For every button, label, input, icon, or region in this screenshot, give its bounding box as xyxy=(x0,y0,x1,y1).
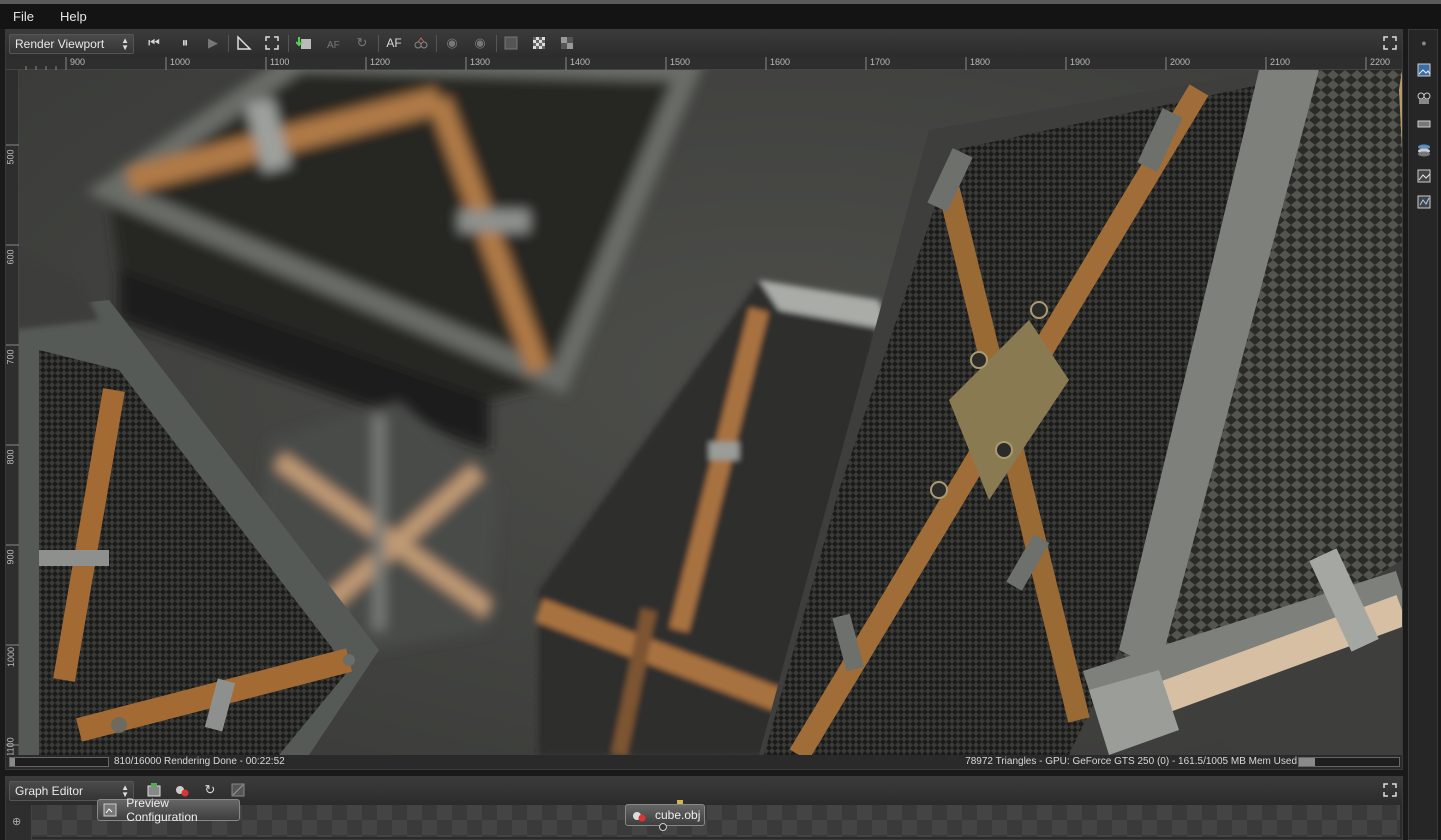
graph-panel-type-selector[interactable]: Graph Editor ▲ ▼ xyxy=(9,781,134,801)
maximize-icon[interactable] xyxy=(1380,780,1400,800)
graph-icon[interactable] xyxy=(1415,193,1433,211)
toolbar-separator xyxy=(436,35,437,52)
graph-panel-type-label: Graph Editor xyxy=(15,784,84,798)
memory-usage-fill xyxy=(1299,758,1315,766)
ruler-label: 1100 xyxy=(5,737,16,757)
ruler-label: 1100 xyxy=(270,57,290,67)
ruler-label: 1900 xyxy=(1070,57,1091,67)
graph-editor-panel: Graph Editor ▲ ▼ ↻ ⊕ Preview Configuratio… xyxy=(5,776,1403,840)
preview-node-icon xyxy=(101,801,118,819)
ruler-label: 800 xyxy=(5,449,16,465)
memory-usage-bar xyxy=(1298,757,1400,767)
background-grid-icon[interactable] xyxy=(557,33,577,53)
image-icon[interactable] xyxy=(1415,61,1433,79)
menu-help[interactable]: Help xyxy=(47,4,100,29)
zoom-fit-icon[interactable] xyxy=(262,33,282,53)
node-output-pin-icon[interactable] xyxy=(659,823,667,831)
ruler-label: 1300 xyxy=(470,57,491,67)
render-viewport-panel: Render Viewport ▲ ▼ ⏮ ⏸ ▶ AF ↻ AF ◉ ◉ 90… xyxy=(5,29,1403,770)
graph-side-tab[interactable]: ⊕ xyxy=(6,805,32,840)
toolbar-separator xyxy=(228,35,229,52)
refresh-icon[interactable]: ↻ xyxy=(352,33,372,53)
render-progress-fill xyxy=(10,758,15,766)
preview-configuration-node[interactable]: Preview Configuration xyxy=(97,796,240,824)
ruler-label: 1000 xyxy=(6,646,17,668)
autofocus-button[interactable]: AF xyxy=(384,33,404,53)
picture-icon[interactable] xyxy=(1415,167,1433,185)
restart-render-icon[interactable]: ⏮ xyxy=(144,33,164,53)
panel-type-label: Render Viewport xyxy=(15,37,105,51)
render-canvas[interactable] xyxy=(19,70,1402,755)
ruler-label: 500 xyxy=(5,149,16,165)
clear-region-icon[interactable]: ◉ xyxy=(470,33,490,53)
af-pick-icon[interactable]: AF xyxy=(324,33,344,53)
background-checker-icon[interactable] xyxy=(529,33,549,53)
panel-dot-icon[interactable]: ● xyxy=(1415,34,1433,52)
render-progress-bar xyxy=(9,757,109,767)
save-render-icon[interactable] xyxy=(294,33,314,53)
ruler-label: 1600 xyxy=(770,57,791,67)
object-tab-icon: ⊕ xyxy=(12,816,22,828)
stack-icon[interactable] xyxy=(1415,141,1433,159)
rendered-scene-image xyxy=(19,70,1402,755)
mesh-node-label: cube.obj xyxy=(655,808,701,822)
ruler-label: 2000 xyxy=(1170,57,1191,67)
ruler-label: 1800 xyxy=(970,57,991,67)
play-render-icon[interactable]: ▶ xyxy=(203,33,223,53)
panel-type-selector[interactable]: Render Viewport ▲ ▼ xyxy=(9,34,134,54)
ruler-label: 1400 xyxy=(570,57,591,67)
camera-pick-icon[interactable] xyxy=(411,33,431,53)
ruler-label: 2100 xyxy=(1270,57,1291,67)
ruler-label: 2200 xyxy=(1370,57,1391,67)
menubar: File Help xyxy=(0,4,1441,29)
ruler-label: 1500 xyxy=(670,57,691,67)
selector-arrows-icon: ▲ ▼ xyxy=(121,36,129,52)
render-status-text: 810/16000 Rendering Done - 00:22:52 xyxy=(114,756,285,767)
cube-obj-node[interactable]: cube.obj xyxy=(625,800,705,831)
ruler-label: 900 xyxy=(5,549,16,565)
toolbar-separator xyxy=(496,35,497,52)
ruler-label: 1700 xyxy=(870,57,891,67)
menu-file[interactable]: File xyxy=(0,4,47,29)
pause-render-icon[interactable]: ⏸ xyxy=(175,33,195,53)
node-input-pin-icon[interactable] xyxy=(677,800,683,804)
preview-node-label: Preview Configuration xyxy=(126,796,198,824)
gpu-status-text: 78972 Triangles - GPU: GeForce GTS 250 (… xyxy=(965,756,1297,767)
ruler-label: 900 xyxy=(70,57,86,67)
ruler-label: 1200 xyxy=(370,57,391,67)
ruler-label: 1000 xyxy=(170,57,191,67)
ruler-label: 600 xyxy=(5,249,16,265)
svg-text:AF: AF xyxy=(327,40,340,51)
toolbar-separator xyxy=(288,35,289,52)
background-solid-icon[interactable] xyxy=(501,33,521,53)
viewport-toolbar: Render Viewport ▲ ▼ ⏮ ⏸ ▶ AF ↻ AF ◉ ◉ xyxy=(6,30,1402,57)
mesh-node-icon xyxy=(629,806,649,824)
render-statusbar: 810/16000 Rendering Done - 00:22:52 7897… xyxy=(6,755,1402,769)
region-render-icon[interactable]: ◉ xyxy=(442,33,462,53)
camera-settings-icon[interactable] xyxy=(1415,89,1433,107)
ruler-vertical: 500 600 700 800 900 1000 1100 xyxy=(5,70,19,757)
toolbar-separator xyxy=(378,35,379,52)
measure-tool-icon[interactable] xyxy=(234,33,254,53)
maximize-icon[interactable] xyxy=(1380,33,1400,53)
ruler-horizontal: 900 1000 1100 1200 1300 1400 1500 1600 1… xyxy=(6,57,1402,70)
layers-icon[interactable] xyxy=(1415,115,1433,133)
ruler-label: 700 xyxy=(5,349,16,365)
side-toolbar: ● xyxy=(1408,29,1438,840)
